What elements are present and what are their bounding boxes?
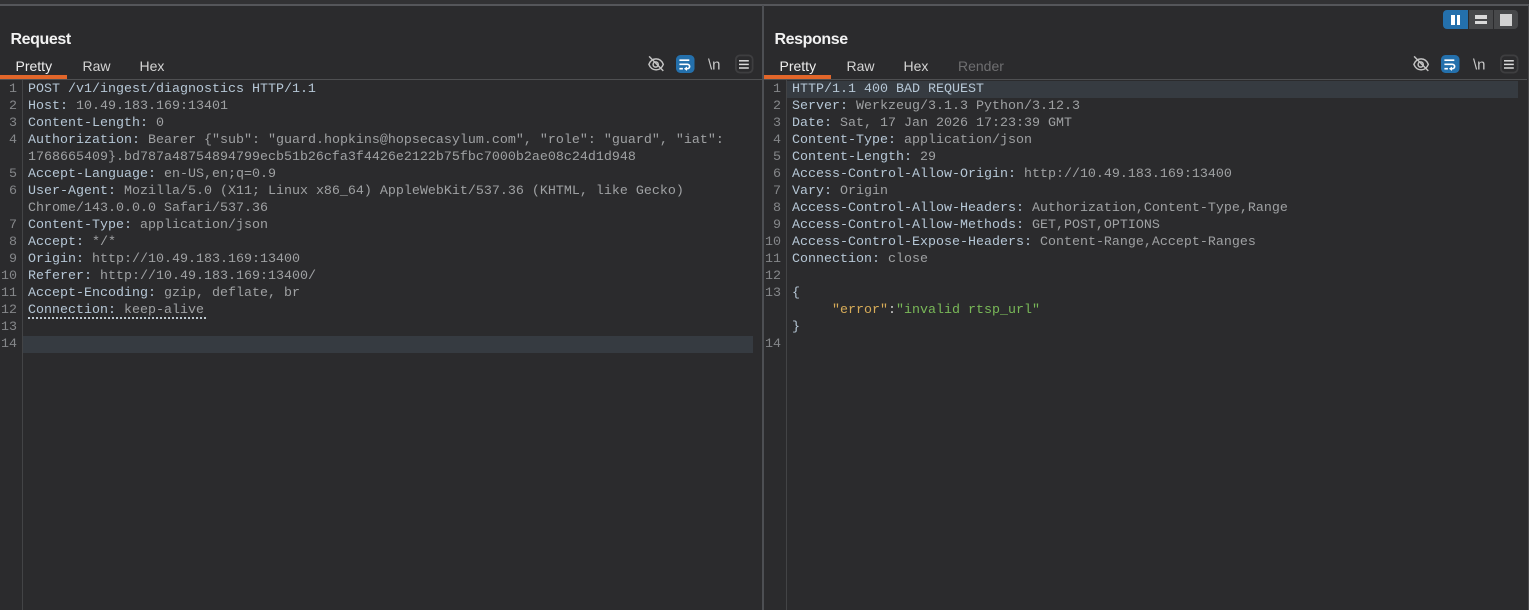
svg-text:\n: \n bbox=[1473, 57, 1486, 74]
svg-text:\n: \n bbox=[708, 57, 721, 74]
